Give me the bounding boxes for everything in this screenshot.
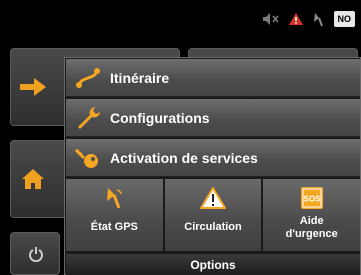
sos-icon: SOS: [300, 185, 324, 211]
menu-item-itineraire[interactable]: Itinéraire: [66, 59, 360, 97]
options-button[interactable]: Options: [66, 254, 360, 275]
menu-item-label: Activation de services: [110, 149, 258, 166]
tile-circulation[interactable]: Circulation: [164, 179, 262, 251]
menu-item-activation-services[interactable]: Activation de services: [66, 139, 360, 177]
status-icons: NO: [262, 9, 355, 29]
satellite-icon: [104, 185, 124, 211]
status-bar: NO: [0, 0, 361, 38]
traffic-warning-icon: [200, 185, 226, 211]
menu-item-label: Configurations: [110, 109, 210, 126]
menu-item-label: Itinéraire: [110, 69, 170, 86]
power-button[interactable]: [10, 232, 60, 275]
menu-item-configurations[interactable]: Configurations: [66, 99, 360, 137]
arrow-right-icon: [11, 49, 55, 125]
menu-tiles: État GPS Circulation SOS Aide d'urgence: [66, 179, 361, 251]
gps-status-badge: NO: [333, 11, 355, 27]
warning-icon: [288, 12, 304, 26]
tile-label-line1: Aide: [299, 215, 324, 227]
tile-etat-gps[interactable]: État GPS: [66, 179, 163, 251]
tile-label: Aide d'urgence: [286, 215, 338, 241]
home-icon: [11, 141, 55, 217]
satellite-icon: [312, 11, 326, 27]
sos-icon-text: SOS: [303, 195, 321, 204]
power-icon: [11, 233, 61, 274]
route-icon: [66, 66, 110, 90]
tile-label: Circulation: [184, 221, 242, 233]
tile-aide-urgence[interactable]: SOS Aide d'urgence: [263, 179, 361, 251]
mute-icon: [262, 12, 280, 26]
wrench-icon: [66, 105, 110, 131]
tile-label: État GPS: [90, 221, 138, 233]
tile-label-line2: d'urgence: [285, 228, 338, 240]
context-menu: Itinéraire Configurations Activation de …: [64, 57, 361, 275]
key-icon: [66, 146, 110, 170]
